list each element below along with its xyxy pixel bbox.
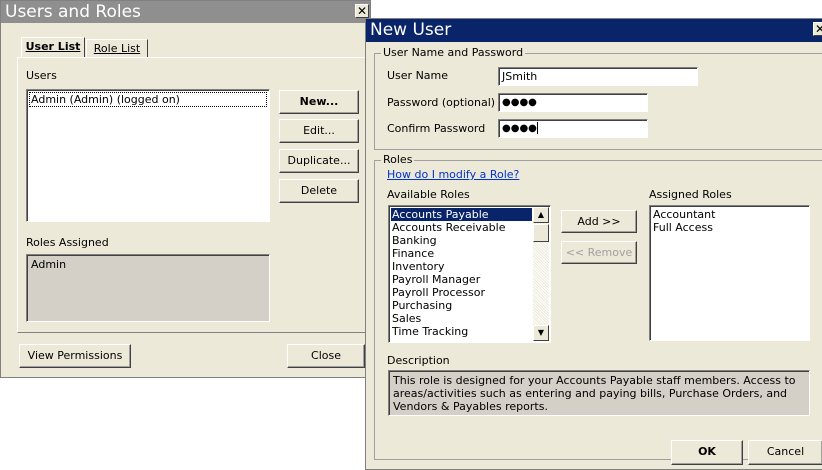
cancel-button[interactable]: Cancel bbox=[748, 440, 822, 465]
users-list[interactable]: Admin (Admin) (logged on) bbox=[26, 89, 270, 222]
list-item[interactable]: Banking bbox=[391, 234, 532, 247]
tab-user-list[interactable]: User List bbox=[21, 37, 85, 57]
close-button[interactable]: Close bbox=[287, 344, 365, 368]
confirm-password-input[interactable]: ●●●● bbox=[498, 119, 648, 138]
new-user-button[interactable]: New... bbox=[279, 90, 359, 114]
list-item[interactable]: Accountant bbox=[652, 208, 807, 221]
users-and-roles-window: Users and Roles ✕ User List Role List Us… bbox=[0, 0, 371, 378]
list-item[interactable]: Time Tracking bbox=[391, 325, 532, 338]
assigned-roles-label: Assigned Roles bbox=[649, 188, 732, 201]
roles-assigned-label: Roles Assigned bbox=[26, 236, 109, 249]
confirm-password-label: Confirm Password bbox=[387, 122, 486, 135]
list-item[interactable]: Accounts Receivable bbox=[391, 221, 532, 234]
close-icon[interactable]: ✕ bbox=[813, 22, 822, 36]
scroll-up-icon[interactable]: ▲ bbox=[533, 207, 549, 223]
list-item[interactable]: Inventory bbox=[391, 260, 532, 273]
list-item[interactable]: Finance bbox=[391, 247, 532, 260]
users-and-roles-title: Users and Roles bbox=[5, 2, 141, 22]
new-user-titlebar[interactable]: New User bbox=[366, 19, 822, 42]
scroll-thumb[interactable] bbox=[533, 224, 549, 242]
list-item[interactable]: Admin (Admin) (logged on) bbox=[29, 92, 267, 107]
roles-legend: Roles bbox=[381, 153, 415, 166]
text-cursor bbox=[536, 122, 538, 134]
ok-button[interactable]: OK bbox=[671, 440, 743, 465]
list-item[interactable]: Full Access bbox=[652, 221, 807, 234]
list-item[interactable]: Payroll Processor bbox=[391, 286, 532, 299]
available-roles-list[interactable]: Accounts Payable Accounts Receivable Ban… bbox=[388, 205, 551, 343]
assigned-roles-list[interactable]: Accountant Full Access bbox=[649, 205, 810, 341]
tab-role-list[interactable]: Role List bbox=[86, 39, 148, 57]
add-role-button[interactable]: Add >> bbox=[561, 210, 637, 233]
description-box: This role is designed for your Accounts … bbox=[388, 370, 810, 416]
scroll-down-icon[interactable]: ▼ bbox=[533, 325, 549, 341]
password-input[interactable]: ●●●● bbox=[498, 93, 648, 112]
user-name-password-legend: User Name and Password bbox=[381, 46, 526, 59]
description-label: Description bbox=[387, 354, 450, 367]
list-item[interactable]: Payroll Manager bbox=[391, 273, 532, 286]
user-name-label: User Name bbox=[387, 69, 449, 82]
modify-role-help-link[interactable]: How do I modify a Role? bbox=[387, 168, 519, 181]
users-label: Users bbox=[26, 69, 57, 82]
duplicate-user-button[interactable]: Duplicate... bbox=[279, 149, 359, 173]
delete-user-button[interactable]: Delete bbox=[279, 179, 359, 203]
view-permissions-button[interactable]: View Permissions bbox=[19, 344, 131, 368]
user-name-input[interactable]: JSmith bbox=[498, 67, 698, 86]
users-and-roles-titlebar[interactable]: Users and Roles bbox=[1, 1, 370, 23]
list-item[interactable]: Purchasing bbox=[391, 299, 532, 312]
list-item[interactable]: Sales bbox=[391, 312, 532, 325]
roles-assigned-list: Admin bbox=[26, 254, 270, 322]
list-item[interactable]: Accounts Payable bbox=[391, 208, 532, 221]
new-user-title: New User bbox=[370, 20, 452, 40]
available-roles-label: Available Roles bbox=[387, 188, 470, 201]
list-item: Admin bbox=[31, 258, 67, 271]
remove-role-button[interactable]: << Remove bbox=[561, 241, 637, 264]
password-label: Password (optional) bbox=[387, 96, 496, 109]
edit-user-button[interactable]: Edit... bbox=[279, 119, 359, 143]
new-user-dialog: New User ✕ User Name and Password User N… bbox=[365, 18, 822, 470]
close-icon[interactable]: ✕ bbox=[355, 4, 369, 18]
